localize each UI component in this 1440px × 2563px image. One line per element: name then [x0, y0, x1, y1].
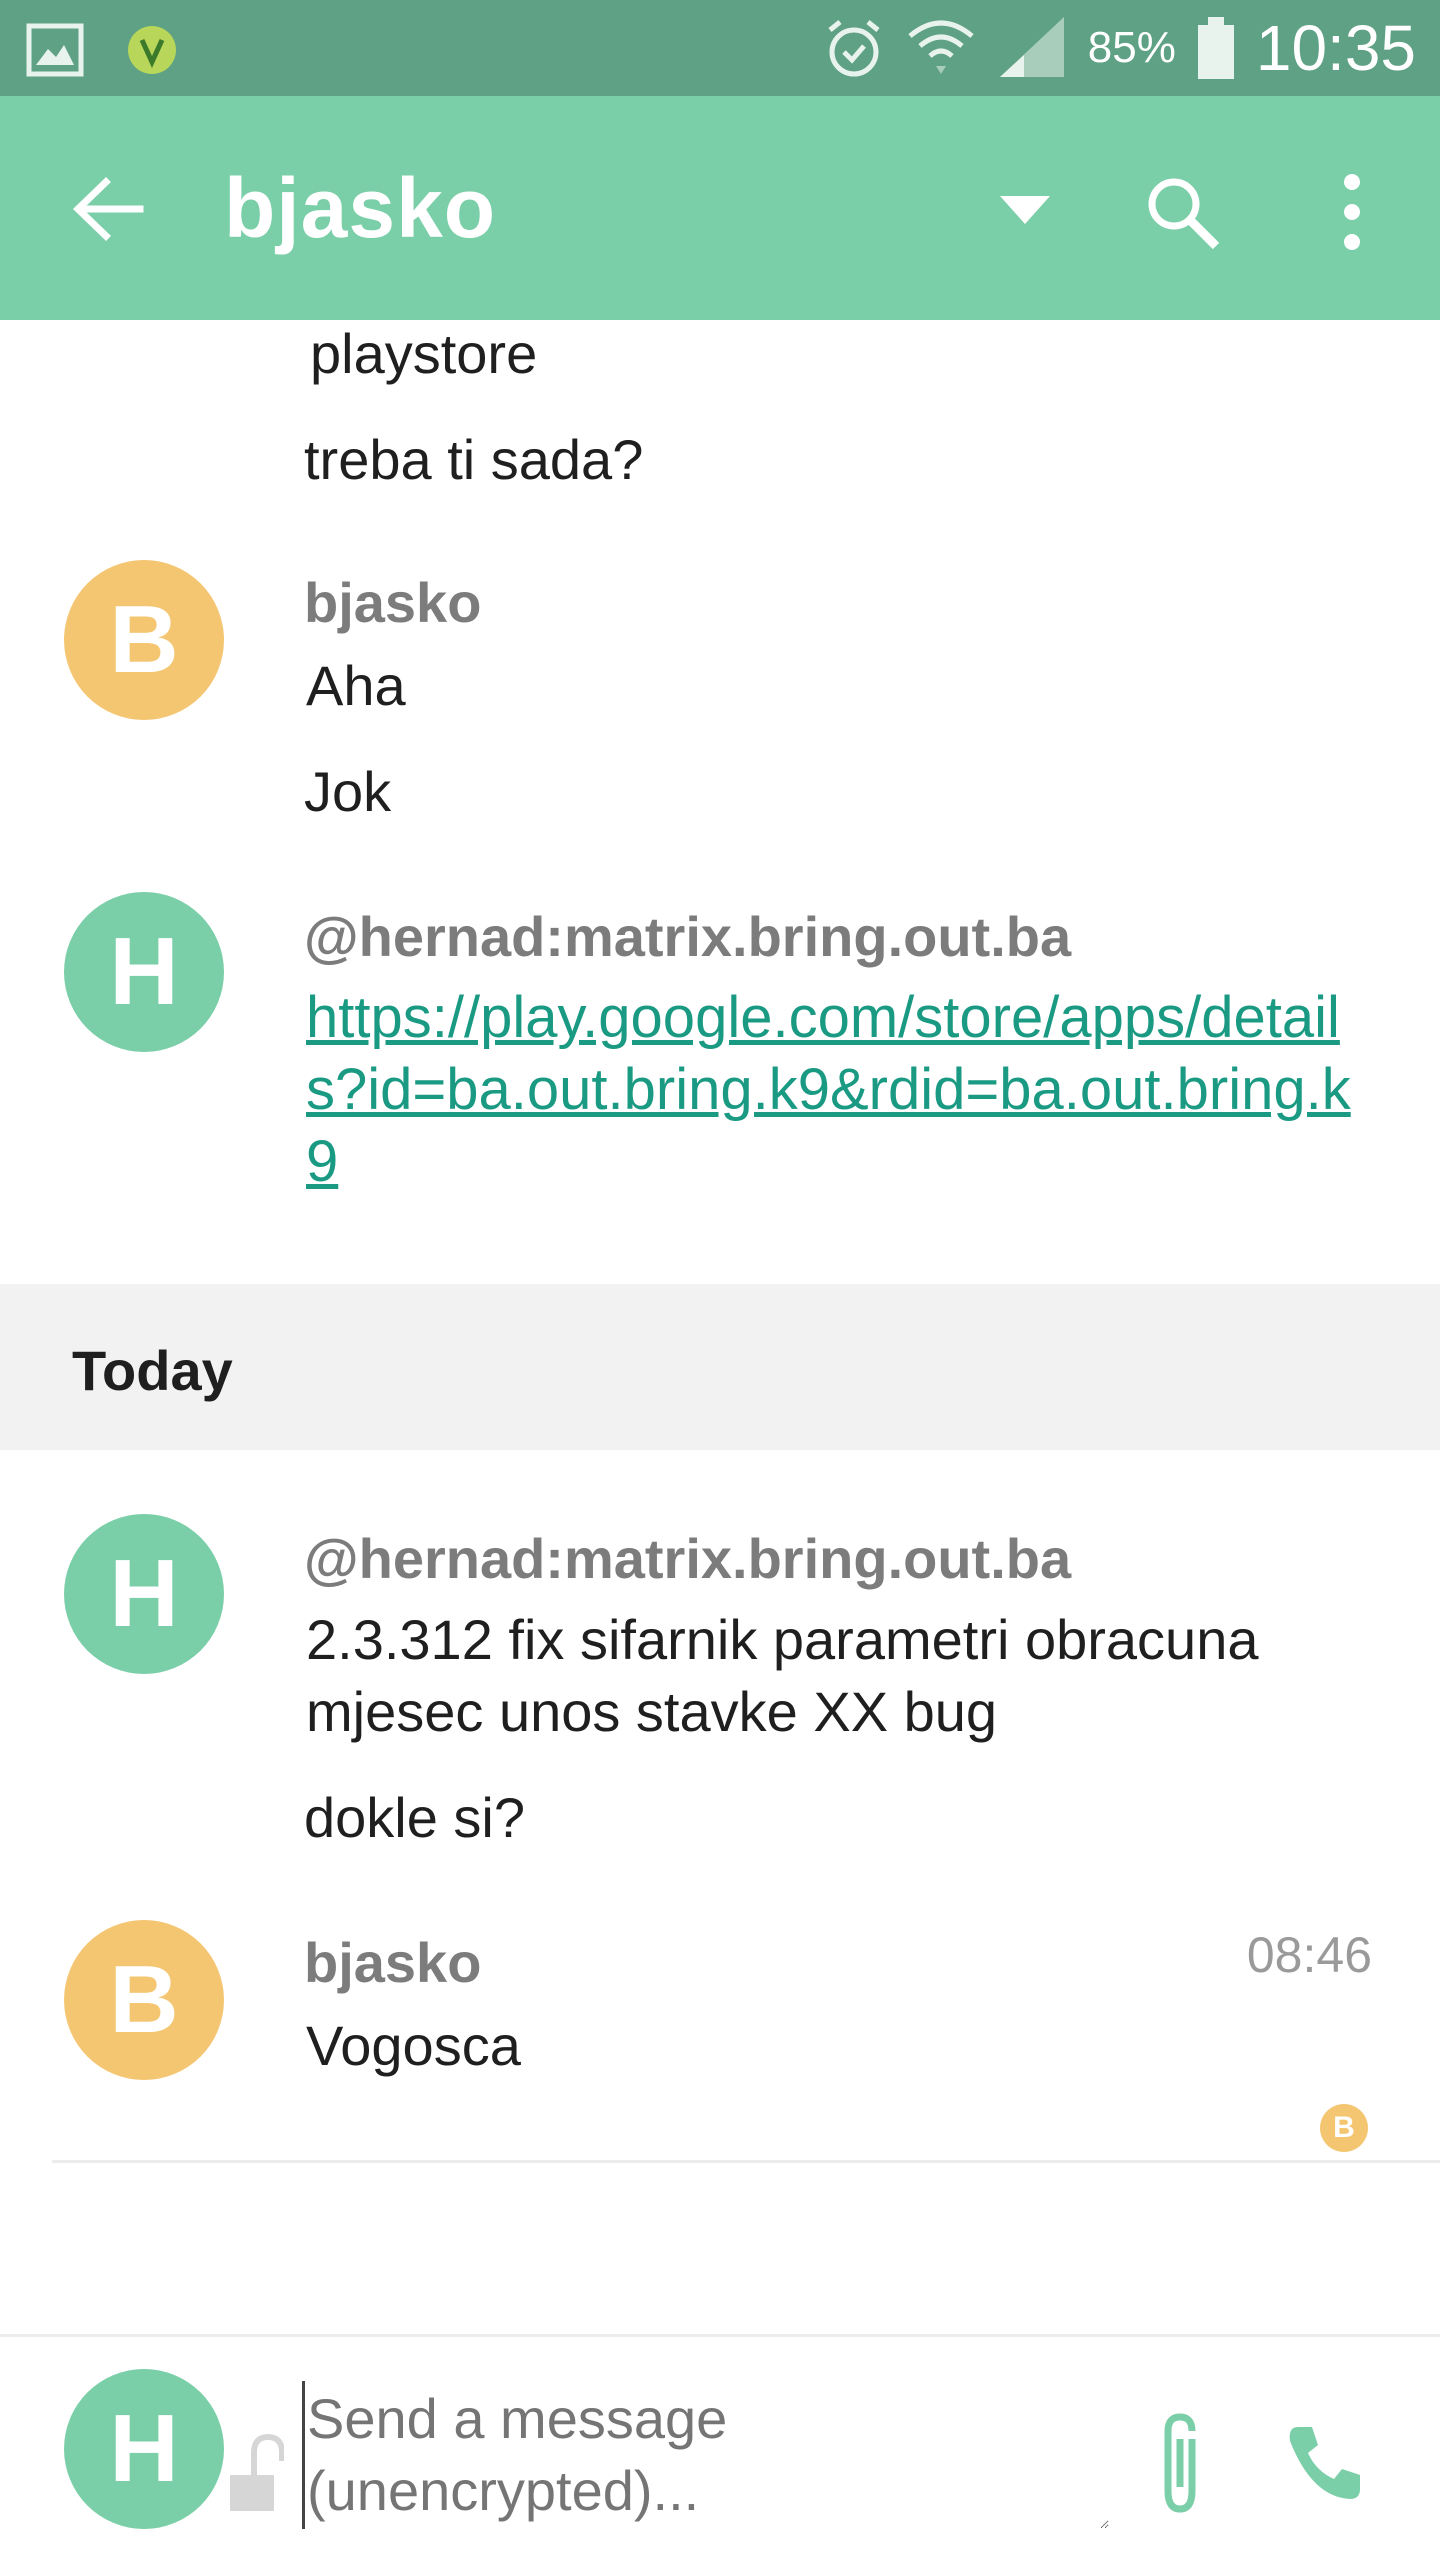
alarm-icon: [822, 16, 886, 80]
signal-icon: [996, 15, 1068, 81]
message-text: treba ti sada?: [304, 428, 644, 491]
avatar[interactable]: H: [64, 1514, 224, 1674]
message-composer: H: [0, 2334, 1440, 2563]
message-text: 2.3.312 fix sifarnik parametri obracuna …: [306, 1608, 1259, 1743]
message-text: Aha: [306, 654, 406, 717]
gallery-icon: [26, 23, 84, 77]
divider: [52, 2160, 1440, 2163]
message-input[interactable]: [302, 2381, 1109, 2529]
app-bar: bjasko: [0, 96, 1440, 320]
message-link[interactable]: https://play.google.com/store/apps/detai…: [306, 982, 1376, 1198]
lock-open-icon[interactable]: [228, 2431, 284, 2513]
avatar[interactable]: H: [64, 2369, 224, 2529]
avatar[interactable]: H: [64, 892, 224, 1052]
message-text: Jok: [304, 760, 392, 823]
battery-percent: 85%: [1087, 23, 1176, 72]
read-receipt-avatar[interactable]: B: [1320, 2104, 1368, 2152]
room-title: bjasko: [224, 161, 497, 255]
dropdown-icon[interactable]: [998, 192, 1052, 228]
clock: 10:35: [1255, 12, 1416, 84]
sender-name[interactable]: @hernad:matrix.bring.out.ba: [304, 1526, 1071, 1591]
date-separator: Today: [0, 1284, 1440, 1450]
wifi-icon: [906, 16, 976, 80]
message-text: playstore: [310, 322, 538, 385]
back-arrow-icon[interactable]: [70, 174, 150, 244]
attach-icon[interactable]: [1150, 2409, 1210, 2519]
sender-name[interactable]: @hernad:matrix.bring.out.ba: [304, 904, 1071, 969]
status-bar: 85% 10:35: [0, 0, 1440, 96]
sender-name[interactable]: bjasko: [304, 570, 481, 635]
search-icon[interactable]: [1142, 172, 1222, 252]
message-text: Vogosca: [306, 2014, 521, 2077]
sender-name[interactable]: bjasko: [304, 1930, 481, 1995]
call-icon[interactable]: [1282, 2421, 1366, 2505]
app-icon: [124, 22, 180, 78]
avatar[interactable]: B: [64, 560, 224, 720]
battery-icon: [1196, 15, 1236, 81]
message-timestamp: 08:46: [1246, 1927, 1372, 1983]
more-icon[interactable]: [1330, 170, 1374, 254]
date-separator-label: Today: [72, 1339, 233, 1402]
avatar[interactable]: B: [64, 1920, 224, 2080]
message-text: dokle si?: [304, 1786, 526, 1849]
